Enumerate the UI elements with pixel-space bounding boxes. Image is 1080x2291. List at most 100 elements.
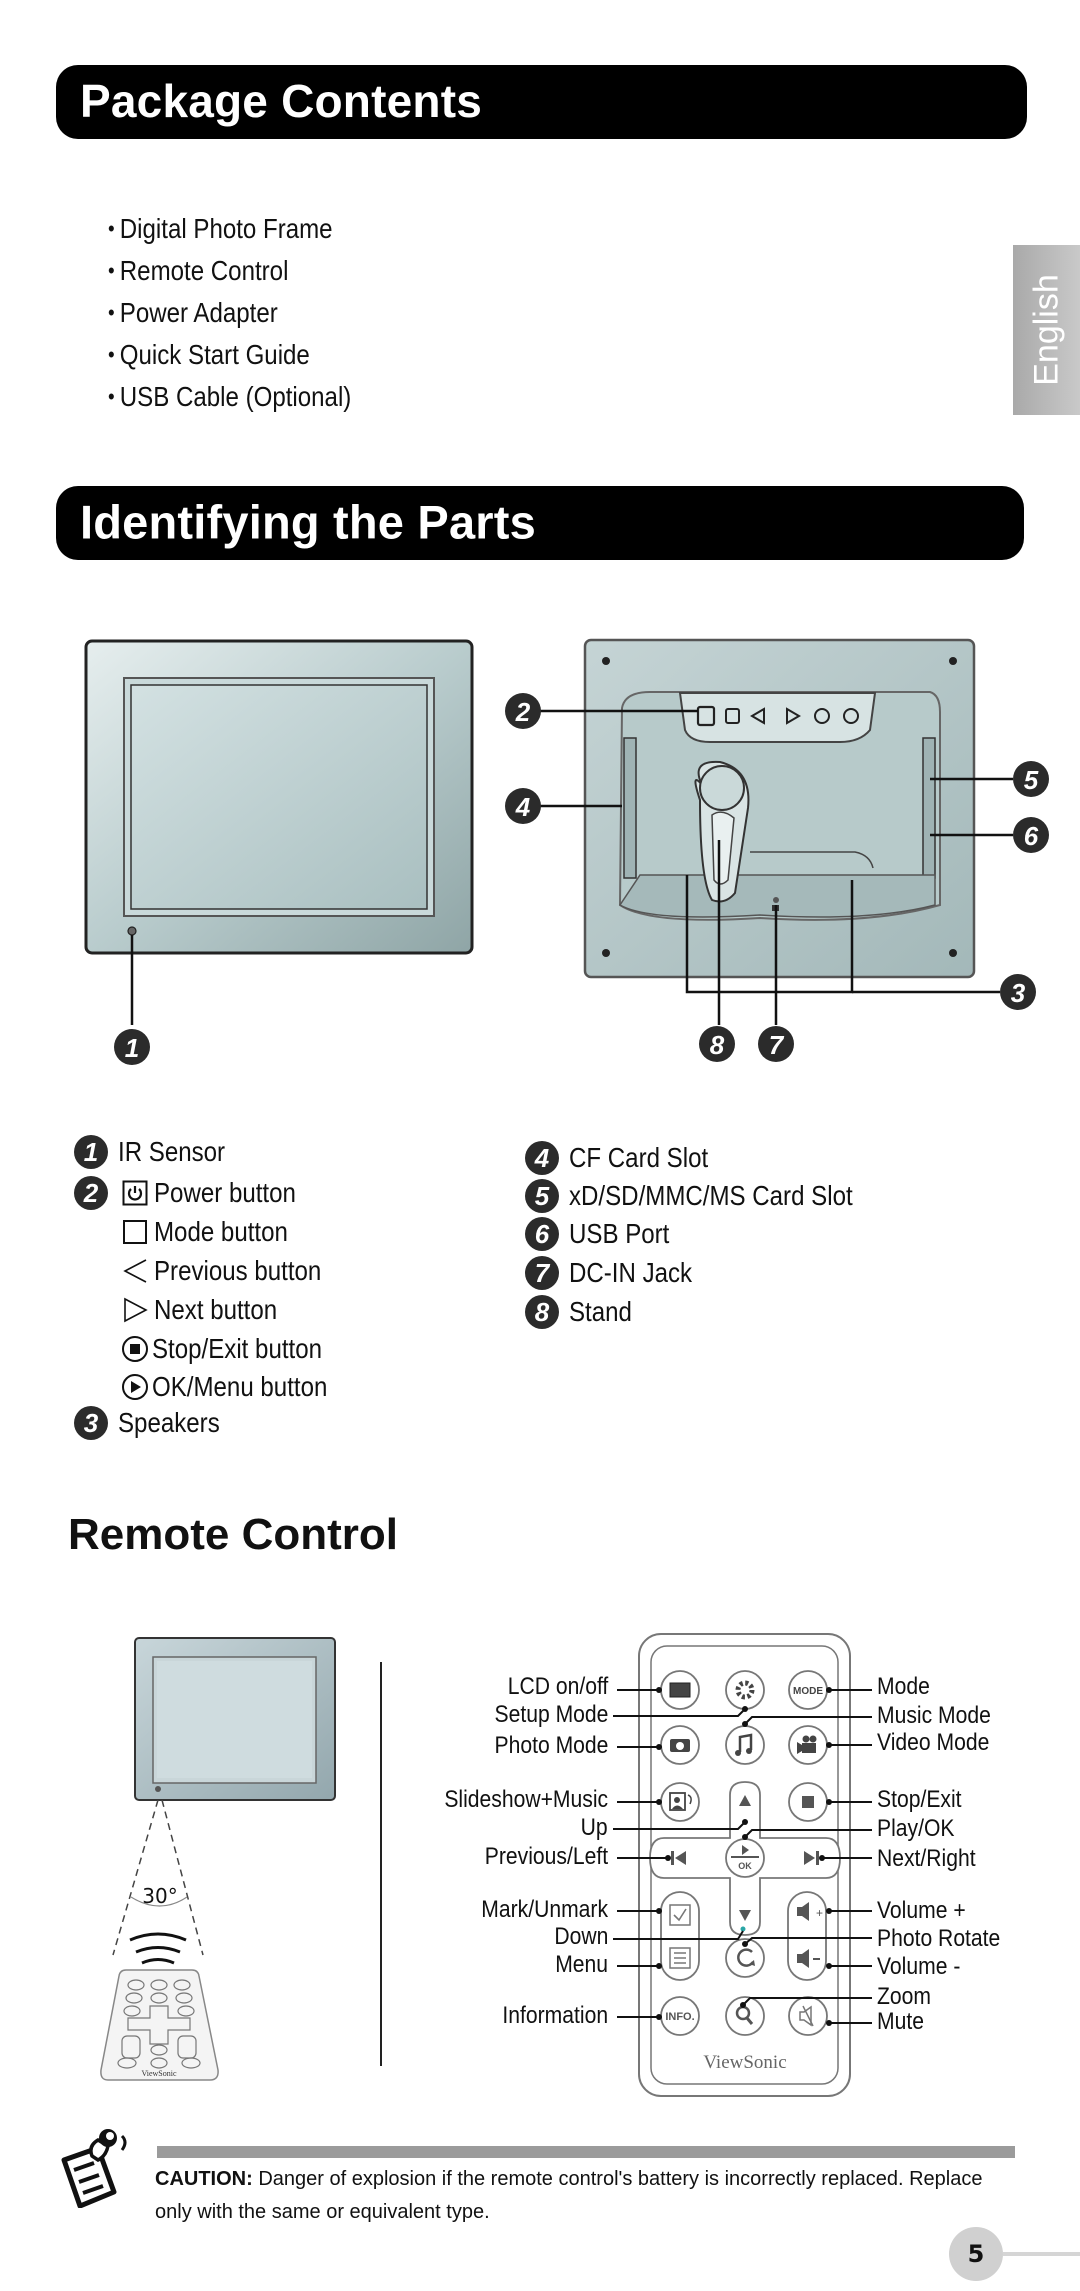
list-item: Quick Start Guide xyxy=(108,334,351,376)
list-item: Digital Photo Frame xyxy=(108,208,351,250)
part-label: USB Port xyxy=(569,1218,670,1249)
list-item: USB Cable (Optional) xyxy=(108,376,352,418)
label-mode: Mode xyxy=(877,1673,930,1700)
svg-text:INFO.: INFO. xyxy=(665,2011,694,2023)
callout-8: 8 xyxy=(699,1026,735,1062)
part-next-button: Next button xyxy=(120,1291,297,1329)
page-number-line xyxy=(1003,2252,1080,2256)
label-music-mode: Music Mode xyxy=(877,1702,991,1729)
ir-range-illustration: 30° ViewSonic xyxy=(100,1637,336,2081)
part-power-button: 2 Power button xyxy=(74,1174,319,1212)
part-stand: 8 Stand xyxy=(525,1293,642,1331)
label-volume-down: Volume - xyxy=(877,1953,961,1980)
badge-5: 5 xyxy=(525,1179,559,1213)
caution-note-icon xyxy=(61,2129,127,2208)
caution-text: CAUTION: Danger of explosion if the remo… xyxy=(155,2163,1015,2229)
badge-1: 1 xyxy=(74,1135,108,1169)
mute-button[interactable] xyxy=(788,1996,828,2036)
part-previous-button: Previous button xyxy=(120,1252,349,1290)
part-label: Power button xyxy=(154,1177,296,1208)
part-label: Previous button xyxy=(154,1255,322,1286)
callout-7: 7 xyxy=(758,1026,794,1062)
square-icon xyxy=(120,1217,150,1247)
label-mute: Mute xyxy=(877,2008,924,2035)
part-label: DC-IN Jack xyxy=(569,1257,693,1288)
frame-diagram: 1 2 3 4 5 6 7 8 xyxy=(84,638,1049,1065)
svg-text:1: 1 xyxy=(125,1033,139,1063)
label-information: Information xyxy=(502,2002,608,2029)
triangle-left-icon xyxy=(120,1256,150,1286)
label-setup-mode: Setup Mode xyxy=(494,1701,608,1728)
play-circle-icon xyxy=(120,1372,150,1402)
power-icon xyxy=(120,1178,150,1208)
identifying-parts-title: Identifying the Parts xyxy=(80,495,536,549)
lcd-button[interactable] xyxy=(660,1670,700,1710)
svg-text:3: 3 xyxy=(1011,978,1026,1008)
package-contents-title: Package Contents xyxy=(80,74,482,127)
setup-button[interactable] xyxy=(725,1670,765,1710)
label-photo-rotate: Photo Rotate xyxy=(877,1925,1001,1952)
language-tab-label: English xyxy=(1027,274,1065,386)
photo-mode-button[interactable] xyxy=(660,1725,700,1765)
svg-text:2: 2 xyxy=(515,697,531,727)
package-contents-list: Digital Photo Frame Remote Control Power… xyxy=(108,208,391,418)
label-up: Up xyxy=(580,1814,608,1841)
callout-2: 2 xyxy=(505,693,541,729)
list-item: Power Adapter xyxy=(108,292,351,334)
part-label: Stand xyxy=(569,1296,632,1327)
remote-brand: ViewSonic xyxy=(703,2052,786,2073)
stop-exit-button[interactable] xyxy=(788,1782,828,1822)
list-item: Remote Control xyxy=(108,250,351,292)
label-slideshow-music: Slideshow+Music xyxy=(444,1786,608,1813)
label-photo-mode: Photo Mode xyxy=(494,1732,608,1759)
label-stop-exit: Stop/Exit xyxy=(877,1786,962,1813)
part-cf-card-slot: 4 CF Card Slot xyxy=(525,1139,731,1177)
label-previous-left: Previous/Left xyxy=(484,1843,608,1870)
svg-text:4: 4 xyxy=(515,792,531,822)
frame-back xyxy=(583,638,976,979)
angle-label: 30° xyxy=(142,1884,177,1908)
svg-text:OK: OK xyxy=(738,1861,752,1871)
callout-5: 5 xyxy=(1013,761,1049,797)
part-label: Mode button xyxy=(154,1216,288,1247)
language-tab[interactable]: English xyxy=(1013,245,1080,415)
music-mode-button[interactable] xyxy=(725,1725,765,1765)
svg-text:MODE: MODE xyxy=(793,1686,823,1697)
callout-3: 3 xyxy=(1000,974,1036,1010)
label-volume-up: Volume + xyxy=(877,1897,966,1924)
info-button[interactable]: INFO. xyxy=(660,1996,700,2036)
badge-3: 3 xyxy=(74,1406,108,1440)
part-stop-exit-button: Stop/Exit button xyxy=(120,1330,350,1368)
badge-2: 2 xyxy=(74,1176,108,1210)
label-menu: Menu xyxy=(555,1951,608,1978)
caution-divider xyxy=(157,2146,1015,2158)
badge-8: 8 xyxy=(525,1295,559,1329)
ir-sensor-dot xyxy=(127,926,137,936)
frame-front xyxy=(84,639,474,955)
badge-7: 7 xyxy=(525,1256,559,1290)
page-number: 5 xyxy=(949,2227,1003,2281)
video-mode-button[interactable] xyxy=(788,1725,828,1765)
part-label: Next button xyxy=(154,1294,278,1325)
svg-text:+: + xyxy=(816,1906,823,1920)
part-xd-sd-card-slot: 5 xD/SD/MMC/MS Card Slot xyxy=(525,1177,899,1215)
label-lcd-on-off: LCD on/off xyxy=(507,1673,608,1700)
part-label: IR Sensor xyxy=(118,1136,226,1167)
triangle-right-icon xyxy=(120,1295,150,1325)
part-ok-menu-button: OK/Menu button xyxy=(120,1368,356,1406)
svg-text:6: 6 xyxy=(1024,821,1039,851)
badge-4: 4 xyxy=(525,1141,559,1175)
part-label: Speakers xyxy=(118,1407,220,1438)
part-dc-in-jack: 7 DC-IN Jack xyxy=(525,1254,712,1292)
label-play-ok: Play/OK xyxy=(877,1815,955,1842)
label-down: Down xyxy=(554,1923,608,1950)
mode-button[interactable]: MODE xyxy=(788,1670,828,1710)
label-next-right: Next/Right xyxy=(877,1845,976,1872)
identifying-parts-header: Identifying the Parts xyxy=(56,486,1024,560)
svg-text:7: 7 xyxy=(769,1030,785,1060)
label-mark-unmark: Mark/Unmark xyxy=(481,1896,608,1923)
slideshow-music-button[interactable] xyxy=(660,1782,700,1822)
play-ok-button[interactable]: OK xyxy=(725,1838,765,1878)
label-zoom: Zoom xyxy=(877,1983,931,2010)
mini-remote-brand: ViewSonic xyxy=(141,2069,177,2078)
